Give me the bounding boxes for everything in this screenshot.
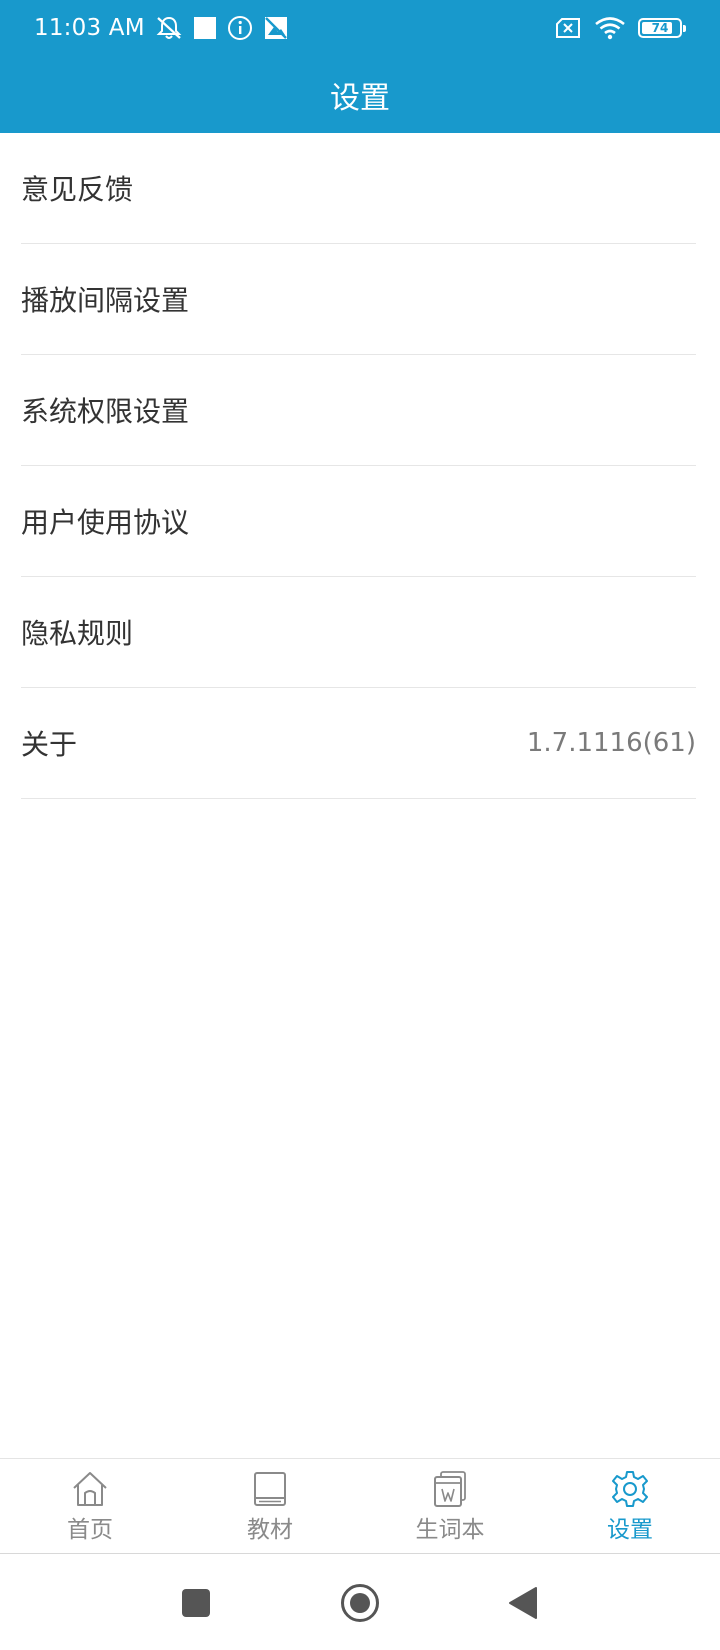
settings-item-label: 系统权限设置 xyxy=(21,395,190,428)
status-right-icons: 74 xyxy=(554,16,686,40)
home-button[interactable] xyxy=(340,1583,380,1623)
no-picture-icon xyxy=(263,15,289,41)
vocabulary-book-icon xyxy=(430,1469,470,1509)
info-icon xyxy=(227,15,253,41)
recents-button[interactable] xyxy=(181,1588,211,1618)
settings-item-label: 隐私规则 xyxy=(21,617,134,650)
battery-level: 74 xyxy=(651,21,669,35)
app-bar: 设置 xyxy=(0,56,720,133)
nav-label: 生词本 xyxy=(415,1516,485,1543)
nav-item-textbook[interactable]: 教材 xyxy=(180,1459,360,1553)
settings-item-label: 关于 xyxy=(21,728,78,761)
settings-item-label: 意见反馈 xyxy=(21,173,134,206)
home-icon xyxy=(70,1469,110,1509)
mute-alert-icon xyxy=(155,15,183,41)
settings-list: 意见反馈 播放间隔设置 系统权限设置 用户使用协议 隐私规则 关于 1.7.11… xyxy=(0,133,720,799)
settings-item-label: 用户使用协议 xyxy=(21,506,190,539)
app-version: 1.7.1116(61) xyxy=(526,728,696,758)
settings-item-feedback[interactable]: 意见反馈 xyxy=(21,133,696,244)
settings-item-about[interactable]: 关于 1.7.1116(61) xyxy=(21,688,696,799)
no-sim-icon xyxy=(554,17,582,39)
settings-item-user-agreement[interactable]: 用户使用协议 xyxy=(21,466,696,577)
nav-label: 教材 xyxy=(247,1516,293,1543)
nav-label: 首页 xyxy=(67,1516,113,1543)
settings-item-system-permissions[interactable]: 系统权限设置 xyxy=(21,355,696,466)
nav-item-vocabulary[interactable]: 生词本 xyxy=(360,1459,540,1553)
book-icon xyxy=(250,1469,290,1509)
settings-item-privacy-rules[interactable]: 隐私规则 xyxy=(21,577,696,688)
status-left-icons xyxy=(155,15,289,41)
back-button[interactable] xyxy=(508,1586,538,1620)
page-title: 设置 xyxy=(330,80,390,116)
system-nav-bar xyxy=(0,1555,720,1650)
wifi-icon xyxy=(594,16,626,40)
status-bar: 11:03 AM 74 xyxy=(0,0,720,56)
settings-item-label: 播放间隔设置 xyxy=(21,284,190,317)
nav-item-home[interactable]: 首页 xyxy=(0,1459,180,1553)
nav-item-settings[interactable]: 设置 xyxy=(540,1459,720,1553)
gear-icon xyxy=(610,1469,650,1509)
settings-item-playback-interval[interactable]: 播放间隔设置 xyxy=(21,244,696,355)
nav-label: 设置 xyxy=(607,1516,653,1543)
bottom-nav: 首页 教材 生词本 设置 xyxy=(0,1458,720,1554)
status-time: 11:03 AM xyxy=(34,15,145,41)
battery-icon: 74 xyxy=(638,18,686,38)
square-notification-icon xyxy=(193,16,217,40)
